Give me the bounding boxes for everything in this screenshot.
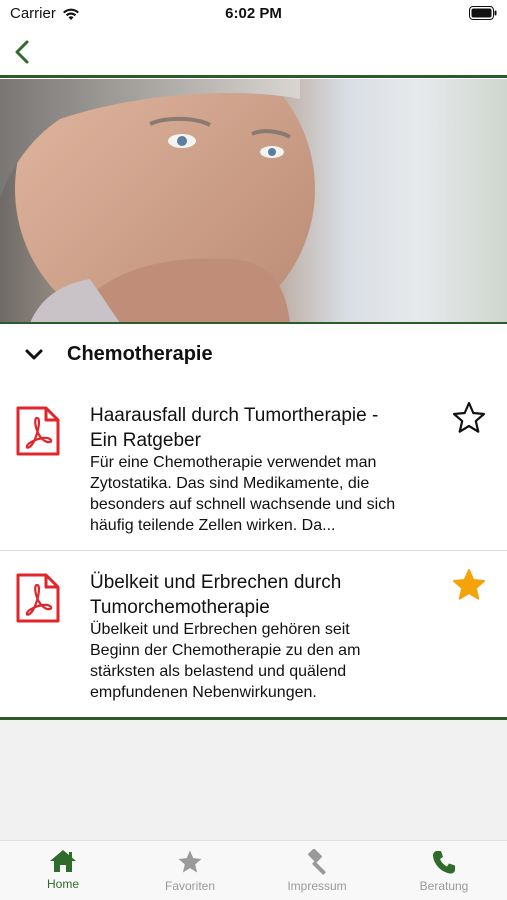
document-title: Übelkeit und Erbrechen durch Tumorchemot… — [90, 570, 435, 620]
chevron-down-icon — [25, 349, 43, 360]
status-bar: Carrier 6:02 PM — [0, 0, 507, 28]
favorite-button[interactable] — [451, 567, 487, 603]
pdf-file-icon — [16, 406, 60, 456]
tab-bar: Home Favoriten Impressum Beratung — [0, 840, 507, 900]
document-title: Haarausfall durch Tumortherapie - Ein Ra… — [90, 403, 435, 453]
document-description-line: Zytostatika. Das sind Medikamente, die — [90, 475, 370, 492]
document-description-line: stärksten als belastend und quälend — [90, 663, 347, 680]
document-title-line: Tumorchemotherapie — [90, 597, 270, 618]
tab-beratung[interactable]: Beratung — [389, 849, 499, 899]
favorite-button[interactable] — [451, 400, 487, 436]
tab-label: Home — [46, 877, 79, 891]
document-title-line: Übelkeit und Erbrechen durch — [90, 572, 342, 593]
document-title-line: Ein Ratgeber — [90, 430, 201, 451]
header-divider — [0, 75, 507, 78]
tab-home[interactable]: Home — [8, 849, 118, 899]
document-description: Übelkeit und Erbrechen gehören seit Begi… — [90, 619, 440, 703]
tab-label: Impressum — [287, 879, 347, 893]
pdf-file-icon — [16, 573, 60, 623]
document-item-1[interactable]: Haarausfall durch Tumortherapie - Ein Ra… — [0, 384, 507, 550]
phone-icon — [433, 851, 455, 874]
navigation-bar — [0, 28, 507, 76]
hero-divider — [0, 322, 507, 324]
home-icon — [50, 850, 76, 872]
back-button[interactable] — [8, 36, 40, 68]
document-description-line: empfundenen Nebenwirkungen. — [90, 684, 317, 701]
status-time: 6:02 PM — [225, 5, 282, 22]
tab-favoriten[interactable]: Favoriten — [135, 849, 245, 899]
tab-impressum[interactable]: Impressum — [262, 849, 372, 899]
star-filled-icon — [453, 569, 485, 600]
gavel-icon — [307, 849, 326, 875]
empty-content-area — [0, 720, 507, 840]
section-header-chemotherapie[interactable]: Chemotherapie — [0, 326, 507, 384]
battery-icon — [469, 6, 497, 24]
document-description-line: Beginn der Chemotherapie zu den am — [90, 642, 361, 659]
document-description-line: häufig teilende Zellen wirken. Da... — [90, 517, 336, 534]
document-title-line: Haarausfall durch Tumortherapie - — [90, 405, 379, 426]
star-outline-icon — [452, 401, 486, 433]
tab-label: Favoriten — [164, 879, 216, 893]
tab-label: Beratung — [419, 879, 469, 893]
hero-photo-illustration — [0, 79, 315, 323]
document-description-line: Für eine Chemotherapie verwendet man — [90, 454, 377, 471]
section-title: Chemotherapie — [67, 343, 213, 365]
document-description-line: besonders auf schnell wachsende und sich — [90, 496, 396, 513]
star-icon — [178, 850, 202, 873]
chevron-left-icon — [15, 40, 29, 64]
document-description-line: Übelkeit und Erbrechen gehören seit — [90, 621, 350, 638]
hero-image — [0, 79, 507, 323]
document-description: Für eine Chemotherapie verwendet man Zyt… — [90, 452, 440, 536]
document-item-2[interactable]: Übelkeit und Erbrechen durch Tumorchemot… — [0, 551, 507, 717]
